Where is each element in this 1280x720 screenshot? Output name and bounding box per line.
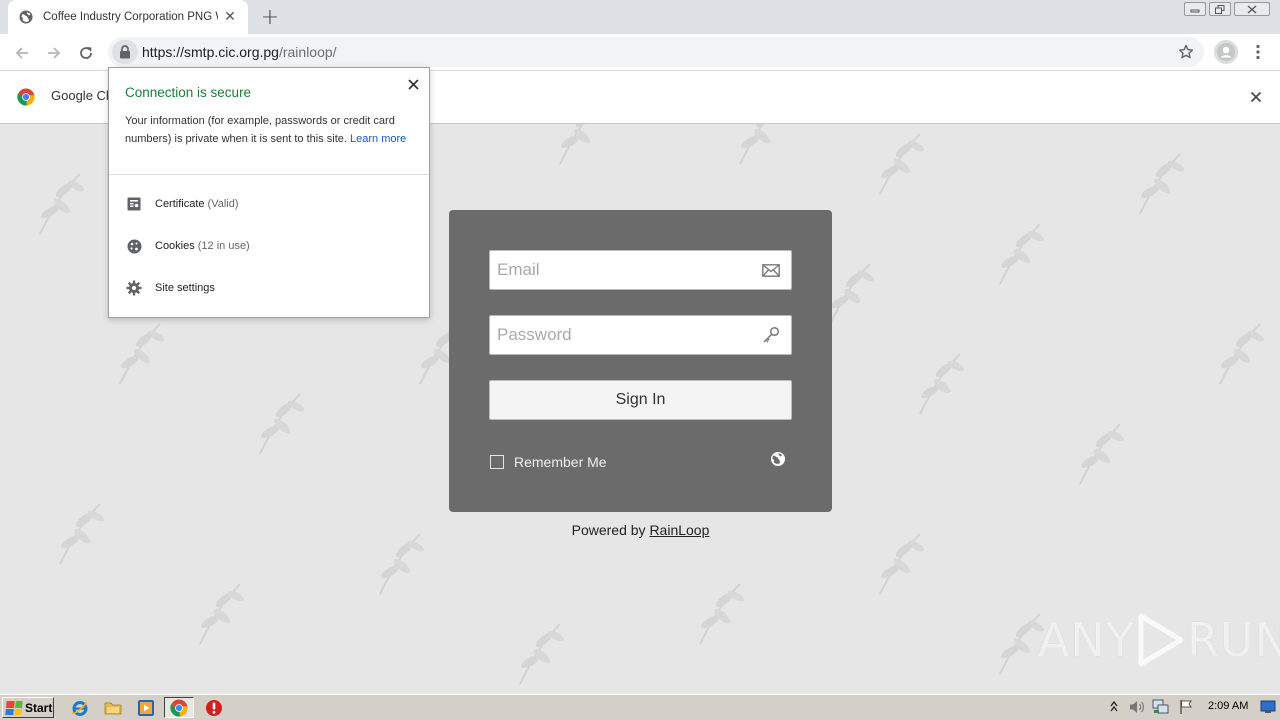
clock: 2:09 AM xyxy=(1208,700,1249,712)
chrome-logo-icon xyxy=(17,88,35,106)
chrome-icon[interactable] xyxy=(164,697,194,718)
gear-icon xyxy=(125,279,143,297)
network-icon[interactable] xyxy=(1152,699,1170,718)
watermark-right: RUN xyxy=(1186,613,1280,667)
envelope-icon xyxy=(751,251,791,289)
powered-prefix: Powered by xyxy=(571,522,650,538)
window-close-button[interactable] xyxy=(1234,2,1270,16)
email-input[interactable] xyxy=(497,251,751,289)
profile-icon[interactable] xyxy=(1214,40,1238,64)
browser-tab[interactable]: Coffee Industry Corporation PNG W ✕ xyxy=(8,0,248,34)
antivirus-icon[interactable] xyxy=(202,697,226,718)
action-center-flag-icon[interactable] xyxy=(1178,699,1194,718)
windows-flag-icon xyxy=(5,700,23,715)
password-field[interactable] xyxy=(489,315,792,355)
site-info-popup: Connection is secure Your information (f… xyxy=(108,67,430,318)
key-icon xyxy=(751,316,791,354)
url-host: https://smtp.cic.org.pg xyxy=(142,44,279,60)
connection-secure-title: Connection is secure xyxy=(125,85,252,100)
cookies-row[interactable]: Cookies (12 in use) xyxy=(125,236,250,256)
minimize-button[interactable] xyxy=(1184,2,1206,16)
learn-more-link[interactable]: Learn more xyxy=(350,133,406,145)
volume-icon[interactable] xyxy=(1128,699,1146,718)
cookie-icon xyxy=(125,237,143,255)
show-desktop-icon[interactable] xyxy=(1260,700,1276,717)
tab-title: Coffee Industry Corporation PNG W xyxy=(43,11,218,23)
certificate-row[interactable]: Certificate (Valid) xyxy=(125,194,239,214)
certificate-detail: (Valid) xyxy=(207,198,239,210)
url-path: /rainloop/ xyxy=(278,44,337,60)
lock-icon[interactable] xyxy=(112,40,138,64)
site-settings-row[interactable]: Site settings xyxy=(125,278,215,298)
powered-by: Powered by RainLoop xyxy=(449,522,832,538)
remember-me[interactable]: Remember Me xyxy=(490,454,607,470)
popup-close-icon[interactable] xyxy=(405,76,421,92)
browser-toolbar: https://smtp.cic.org.pg/rainloop/ xyxy=(0,34,1280,71)
star-icon[interactable] xyxy=(1176,42,1196,62)
folder-icon[interactable] xyxy=(101,697,125,718)
menu-dots-icon[interactable] xyxy=(1250,42,1266,62)
forward-arrow-icon[interactable] xyxy=(41,40,67,66)
start-button[interactable]: Start xyxy=(2,697,54,718)
restore-button[interactable] xyxy=(1209,2,1231,16)
windows-taskbar: Start 2:09 AM xyxy=(0,694,1280,720)
language-globe-icon[interactable] xyxy=(770,451,788,469)
password-input[interactable] xyxy=(497,316,751,354)
rainloop-link[interactable]: RainLoop xyxy=(649,522,709,538)
certificate-label: Certificate xyxy=(155,198,205,210)
reload-icon[interactable] xyxy=(73,40,99,66)
back-arrow-icon[interactable] xyxy=(9,40,35,66)
tab-strip: Coffee Industry Corporation PNG W ✕ + xyxy=(0,0,1280,34)
remember-label: Remember Me xyxy=(514,454,607,470)
infobar-close-icon[interactable] xyxy=(1246,87,1266,107)
infobar-text: Google Ch xyxy=(51,88,114,103)
login-card: Sign In Remember Me xyxy=(449,210,832,512)
media-player-icon[interactable] xyxy=(134,697,158,718)
watermark-left: ANY xyxy=(1038,613,1135,667)
cookies-detail: (12 in use) xyxy=(197,240,250,252)
email-field[interactable] xyxy=(489,250,792,290)
address-bar[interactable]: https://smtp.cic.org.pg/rainloop/ xyxy=(108,37,1204,67)
popup-separator xyxy=(109,174,429,175)
tab-close-icon[interactable]: ✕ xyxy=(222,9,238,25)
new-tab-button[interactable]: + xyxy=(258,5,282,30)
tray-expand-icon[interactable] xyxy=(1110,700,1118,717)
play-logo-icon xyxy=(1138,613,1184,667)
site-settings-label: Site settings xyxy=(155,282,215,294)
internet-explorer-icon[interactable] xyxy=(68,697,92,718)
sign-in-button[interactable]: Sign In xyxy=(489,380,792,420)
popup-description: Your information (for example, passwords… xyxy=(125,112,421,148)
remember-checkbox[interactable] xyxy=(490,455,504,469)
globe-favicon-icon xyxy=(18,9,34,25)
url-text[interactable]: https://smtp.cic.org.pg/rainloop/ xyxy=(142,37,337,67)
certificate-icon xyxy=(125,195,143,213)
anyrun-watermark: ANY RUN xyxy=(1038,610,1280,670)
system-tray xyxy=(1106,697,1278,718)
start-label: Start xyxy=(25,700,53,715)
cookies-label: Cookies xyxy=(155,240,195,252)
